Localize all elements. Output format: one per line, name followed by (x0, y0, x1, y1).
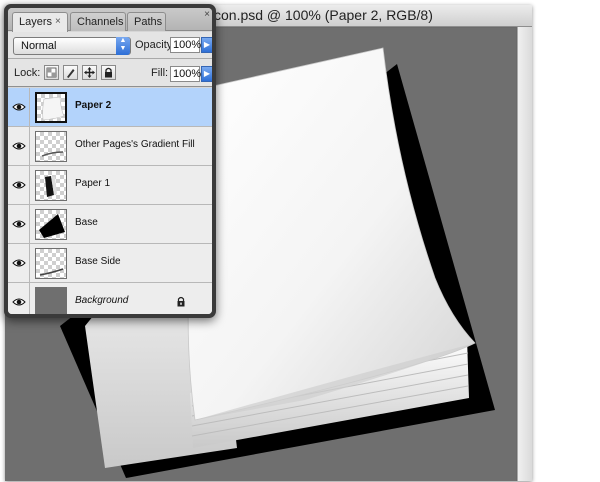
fill-value: 100% (173, 68, 202, 80)
panel-close-icon[interactable]: × (204, 9, 210, 20)
move-arrows-icon (84, 67, 95, 78)
lock-move-icon[interactable] (82, 65, 97, 80)
layer-name: Paper 2 (75, 100, 112, 111)
padlock-icon (105, 67, 112, 78)
visibility-toggle[interactable] (8, 88, 30, 126)
tab-layers[interactable]: Layers × (12, 12, 68, 32)
layer-thumbnail (35, 209, 67, 240)
layer-name: Paper 1 (75, 178, 111, 189)
layer-row-base-side[interactable]: Base Side (8, 244, 212, 283)
layer-thumbnail (35, 92, 67, 123)
select-arrows-icon: ▲ ▼ (116, 37, 130, 55)
layer-row-paper-2[interactable]: Paper 2 (8, 88, 212, 127)
tab-layers-label: Layers (19, 16, 53, 28)
eye-icon (12, 298, 26, 306)
layers-panel: Layers × Channels Paths × Normal ▲ ▼ Opac… (4, 4, 216, 318)
opacity-slider-button[interactable]: ▶ (201, 37, 212, 53)
layer-name: Base Side (75, 256, 121, 267)
visibility-toggle[interactable] (8, 166, 30, 204)
triangle-right-icon: ▶ (203, 40, 211, 49)
document-title: con.psd @ 100% (Paper 2, RGB/8) (214, 7, 433, 23)
fill-slider-button[interactable]: ▶ (201, 66, 212, 82)
layers-panel-body: Layers × Channels Paths × Normal ▲ ▼ Opac… (8, 8, 212, 314)
opacity-value: 100% (173, 39, 202, 51)
visibility-toggle[interactable] (8, 205, 30, 243)
visibility-toggle[interactable] (8, 127, 30, 165)
lock-row: Lock: Fill: 100% ▶ (8, 59, 212, 87)
layer-row-paper-1[interactable]: Paper 1 (8, 166, 212, 205)
tab-paths-label: Paths (134, 16, 163, 28)
visibility-toggle[interactable] (8, 244, 30, 282)
layer-name: Other Pages's Gradient Fill co... (75, 139, 197, 150)
vertical-scrollbar[interactable] (517, 27, 532, 481)
layer-row-base[interactable]: Base (8, 205, 212, 244)
layer-row-gradient-fill[interactable]: Other Pages's Gradient Fill co... (8, 127, 212, 166)
layer-list: Paper 2 Other Pages's Gradient Fill co..… (8, 88, 212, 314)
triangle-right-icon: ▶ (203, 69, 211, 78)
checker-icon (46, 67, 57, 78)
panel-tab-strip: Layers × Channels Paths × (8, 8, 212, 32)
blend-options-row: Normal ▲ ▼ Opacity: 100% ▶ (8, 32, 212, 59)
tab-close-icon[interactable]: × (55, 14, 61, 30)
tab-channels-label: Channels (77, 16, 124, 28)
blend-mode-select[interactable]: Normal ▲ ▼ (13, 37, 131, 55)
layer-row-background[interactable]: Background (8, 283, 212, 314)
fill-input[interactable]: 100% (170, 66, 202, 82)
fill-label: Fill: (151, 67, 169, 79)
layer-thumbnail (35, 131, 67, 162)
blend-mode-value: Normal (21, 40, 57, 52)
layer-thumbnail (35, 287, 67, 314)
tab-paths[interactable]: Paths (127, 12, 166, 31)
layer-name: Base (75, 217, 98, 228)
eye-icon (12, 181, 26, 189)
lock-label: Lock: (14, 67, 41, 79)
lock-all-icon[interactable] (101, 65, 116, 80)
brush-icon (67, 69, 75, 78)
eye-icon (12, 220, 26, 228)
visibility-toggle[interactable] (8, 283, 30, 314)
lock-transparent-icon[interactable] (44, 65, 59, 80)
lock-icon (177, 296, 185, 307)
eye-icon (12, 259, 26, 267)
layer-thumbnail (35, 170, 67, 201)
layer-thumbnail (35, 248, 67, 279)
lock-brush-icon[interactable] (63, 65, 78, 80)
eye-icon (12, 103, 26, 111)
tab-channels[interactable]: Channels (70, 12, 126, 31)
eye-icon (12, 142, 26, 150)
opacity-input[interactable]: 100% (170, 37, 202, 53)
